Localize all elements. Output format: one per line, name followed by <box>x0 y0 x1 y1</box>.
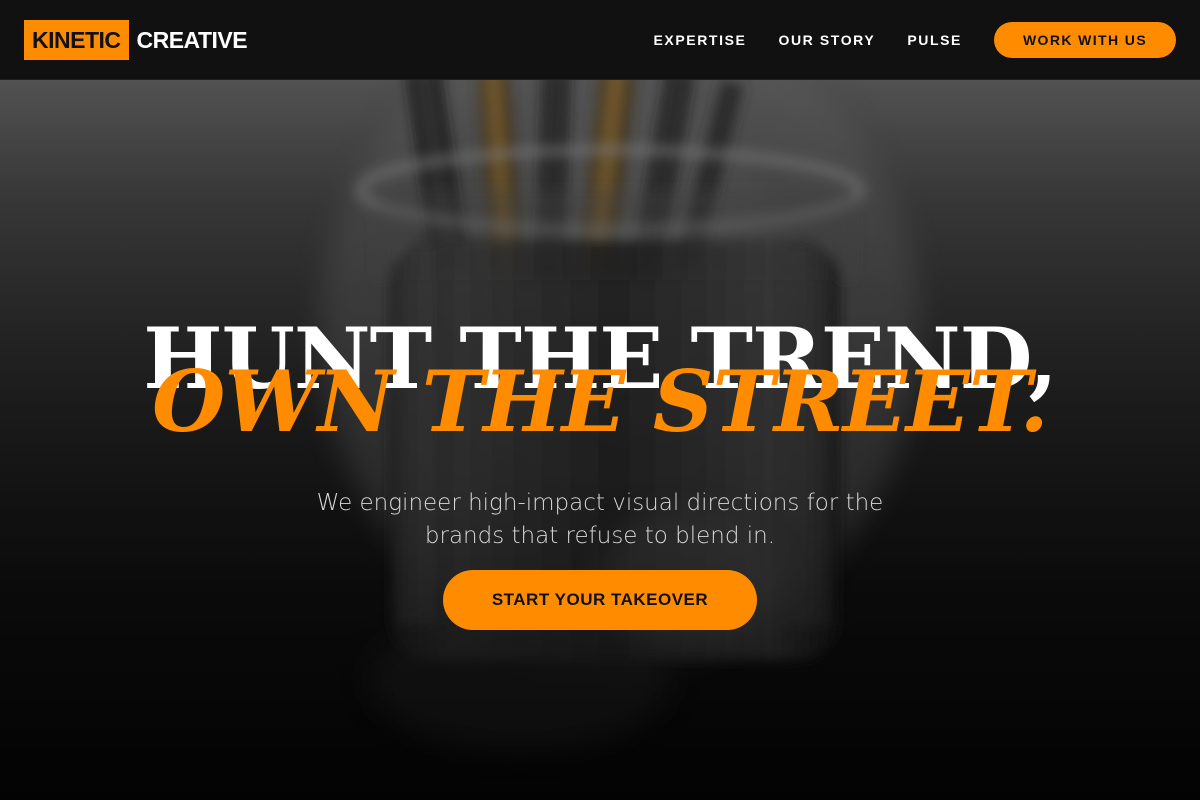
start-your-takeover-button[interactable]: START YOUR TAKEOVER <box>443 570 757 630</box>
logo-highlight-box: KINETIC <box>24 20 129 60</box>
brand-logo[interactable]: KINETIC CREATIVE <box>24 20 248 60</box>
main-nav: EXPERTISE OUR STORY PULSE <box>653 0 962 80</box>
work-with-us-button[interactable]: WORK WITH US <box>994 22 1176 58</box>
nav-link-pulse[interactable]: PULSE <box>907 32 962 48</box>
hero-headline-line-2: OWN THE STREET. <box>152 352 1049 451</box>
logo-text: CREATIVE <box>136 26 248 53</box>
nav-link-expertise[interactable]: EXPERTISE <box>653 32 746 48</box>
hero-section: HUNT THE TREND, OWN THE STREET. We engin… <box>0 80 1200 800</box>
hero-subtitle: We engineer high-impact visual direction… <box>316 490 884 549</box>
nav-link-our-story[interactable]: OUR STORY <box>778 32 875 48</box>
site-header: KINETIC CREATIVE EXPERTISE OUR STORY PUL… <box>0 0 1200 80</box>
